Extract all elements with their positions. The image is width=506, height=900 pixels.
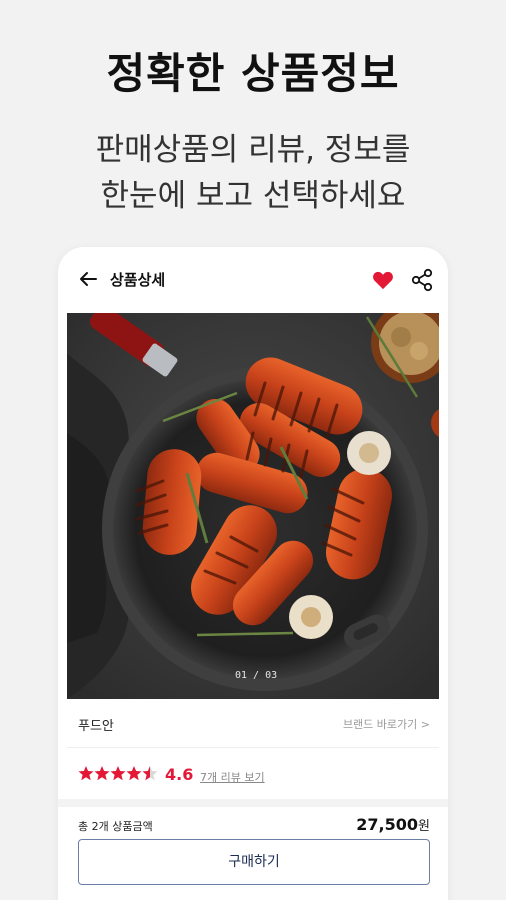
half-star-icon bbox=[142, 766, 158, 781]
buy-button[interactable]: 구매하기 bbox=[78, 839, 430, 885]
rating-row: 4.6 7개 리뷰 보기 bbox=[78, 765, 430, 789]
price-value: 27,500 bbox=[356, 815, 419, 834]
rating-stars bbox=[78, 766, 158, 781]
share-icon[interactable] bbox=[410, 268, 434, 292]
page-title: 상품상세 bbox=[110, 271, 166, 289]
heart-icon[interactable] bbox=[372, 270, 394, 290]
reviews-link[interactable]: 7개 리뷰 보기 bbox=[200, 769, 265, 785]
brand-row: 푸드안 브랜드 바로가기 > bbox=[78, 713, 430, 737]
promo-headline: 정확한 상품정보 bbox=[106, 49, 400, 98]
star-icon bbox=[126, 766, 142, 781]
brand-link[interactable]: 브랜드 바로가기 > bbox=[343, 716, 430, 732]
star-icon bbox=[110, 766, 126, 781]
divider bbox=[67, 747, 439, 748]
star-icon bbox=[94, 766, 110, 781]
promo-subline-2: 한눈에 보고 선택하세요 bbox=[100, 178, 406, 214]
phone-screen: 상품상세 01 / 03 푸드안 브랜드 바로가기 > 4.6 7개 리뷰 보기… bbox=[58, 247, 448, 900]
image-pager: 01 / 03 bbox=[235, 670, 278, 681]
product-image[interactable]: 01 / 03 bbox=[67, 313, 439, 699]
brand-name: 푸드안 bbox=[78, 719, 114, 734]
total-price: 27,500원 bbox=[356, 815, 430, 834]
promo-subline-1: 판매상품의 리뷰, 정보를 bbox=[95, 132, 411, 168]
total-row: 총 2개 상품금액 27,500원 bbox=[78, 815, 430, 837]
price-unit: 원 bbox=[418, 819, 430, 834]
section-divider bbox=[58, 799, 448, 807]
star-icon bbox=[78, 766, 94, 781]
sausage-pan-illustration bbox=[67, 313, 439, 699]
back-arrow-icon[interactable] bbox=[78, 269, 98, 289]
total-label: 총 2개 상품금액 bbox=[78, 820, 153, 833]
rating-value: 4.6 bbox=[165, 765, 194, 784]
top-bar: 상품상세 bbox=[58, 247, 448, 311]
